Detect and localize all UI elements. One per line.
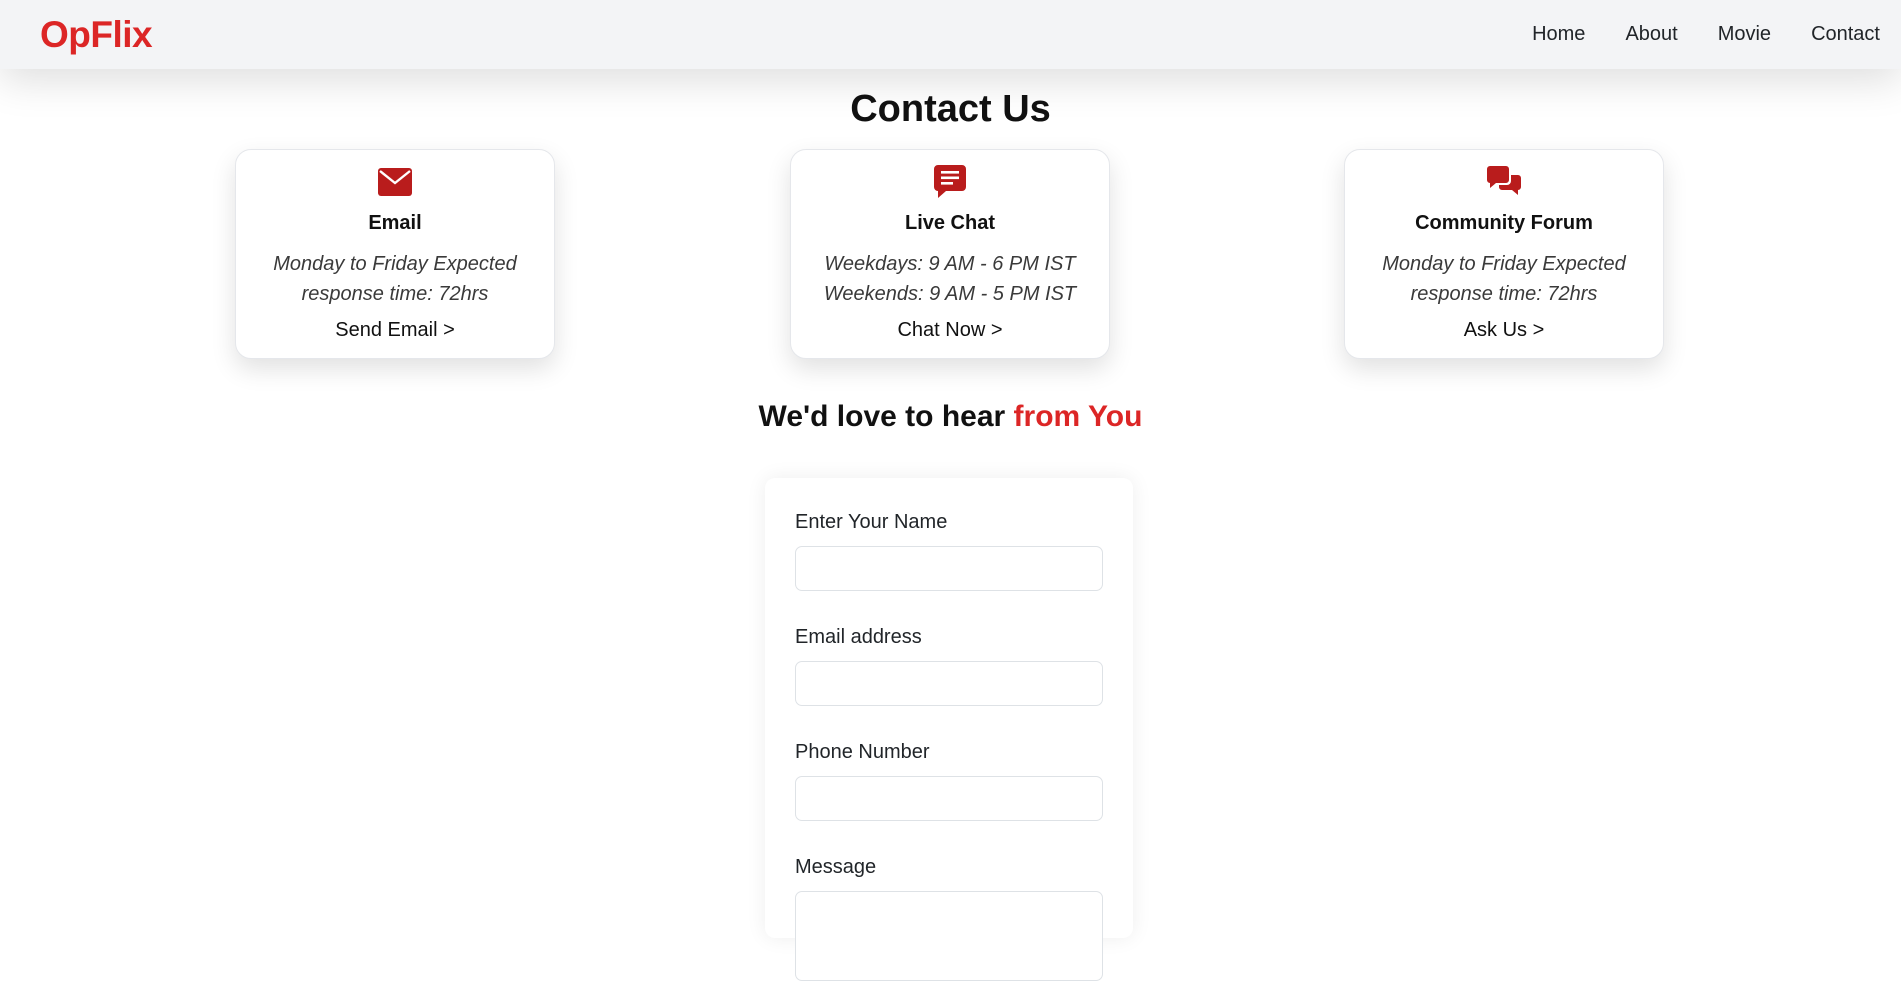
nav-link-about[interactable]: About	[1625, 23, 1677, 46]
message-label: Message	[795, 856, 877, 878]
nav-link-contact[interactable]: Contact	[1811, 23, 1880, 46]
name-input[interactable]	[795, 546, 1103, 591]
email-label: Email address	[795, 626, 922, 648]
page-title: Contact Us	[850, 88, 1051, 130]
nav-link-movie[interactable]: Movie	[1718, 23, 1771, 46]
card-email: Email Monday to Friday Expected response…	[235, 149, 555, 359]
email-field-group: Email address	[795, 625, 1103, 706]
brand-logo[interactable]: OpFlix	[40, 14, 153, 56]
name-field-group: Enter Your Name	[795, 510, 1103, 591]
chat-icon	[791, 165, 1109, 199]
card-title: Community Forum	[1415, 212, 1593, 234]
section-heading: We'd love to hear from You	[0, 400, 1901, 434]
card-title: Live Chat	[904, 212, 996, 234]
contact-form: Enter Your Name Email address Phone Numb…	[765, 478, 1133, 981]
card-description: Monday to Friday Expected response time:…	[273, 253, 517, 305]
chat-now-link[interactable]: Chat Now >	[791, 319, 1109, 342]
message-field-group: Message	[795, 855, 1103, 981]
phone-label: Phone Number	[795, 741, 930, 763]
section-heading-accent: from You	[1013, 400, 1143, 433]
card-description: Monday to Friday Expected response time:…	[1382, 253, 1626, 305]
send-email-link[interactable]: Send Email >	[236, 319, 554, 342]
envelope-icon	[236, 165, 554, 199]
comments-icon	[1345, 165, 1663, 199]
navbar: OpFlix Home About Movie Contact	[0, 0, 1901, 69]
nav-link-home[interactable]: Home	[1532, 23, 1585, 46]
phone-field-group: Phone Number	[795, 740, 1103, 821]
card-title: Email	[368, 212, 422, 234]
card-live-chat: Live Chat Weekdays: 9 AM - 6 PM IST Week…	[790, 149, 1110, 359]
email-input[interactable]	[795, 661, 1103, 706]
nav-links: Home About Movie Contact	[1532, 23, 1880, 46]
card-community-forum: Community Forum Monday to Friday Expecte…	[1344, 149, 1664, 359]
phone-input[interactable]	[795, 776, 1103, 821]
ask-us-link[interactable]: Ask Us >	[1345, 319, 1663, 342]
contact-cards: Email Monday to Friday Expected response…	[0, 149, 1901, 359]
message-input[interactable]	[795, 891, 1103, 981]
section-heading-prefix: We'd love to hear	[758, 400, 1014, 433]
card-description: Weekdays: 9 AM - 6 PM IST Weekends: 9 AM…	[823, 253, 1077, 305]
name-label: Enter Your Name	[795, 511, 948, 533]
